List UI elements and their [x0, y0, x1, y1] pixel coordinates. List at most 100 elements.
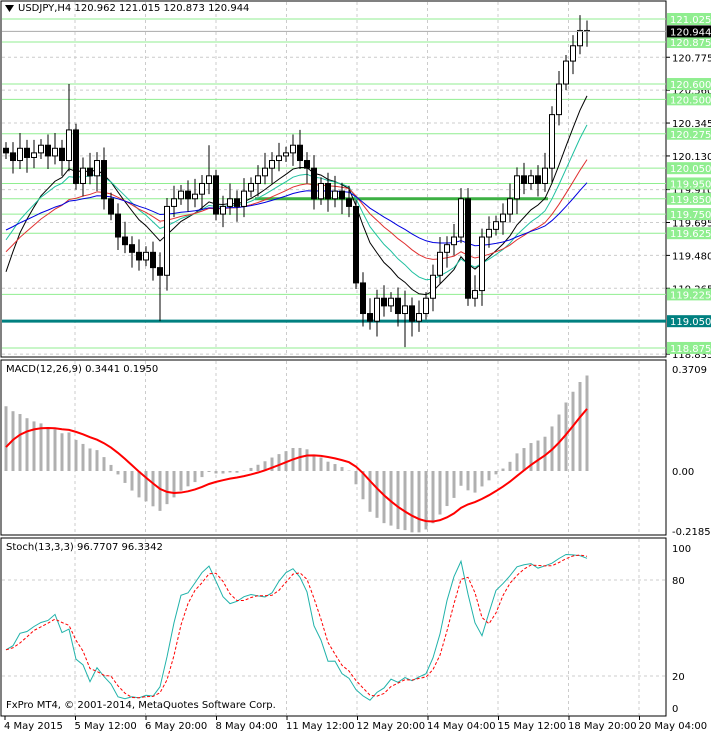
stoch-tick-label: 100 — [672, 544, 691, 555]
candle-body — [444, 244, 450, 253]
candle-body — [213, 175, 219, 215]
candle-body — [262, 167, 268, 177]
candle-body — [171, 198, 177, 207]
stoch-tick-label: 0 — [672, 704, 678, 715]
candle-body — [465, 198, 471, 299]
level-label: 119.625 — [670, 229, 711, 240]
candle-body — [353, 205, 359, 284]
candle-body — [500, 213, 506, 223]
candle-body — [73, 129, 79, 184]
price-tick-label: 119.480 — [672, 251, 711, 262]
time-label: 6 May 20:00 — [145, 721, 207, 732]
time-label: 18 May 20:00 — [568, 721, 637, 732]
candle-body — [297, 144, 303, 162]
level-label: 119.750 — [670, 210, 711, 221]
candle-body — [269, 160, 275, 169]
level-label: 119.950 — [670, 179, 711, 190]
candle-body — [486, 228, 492, 238]
time-label: 12 May 20:00 — [357, 721, 426, 732]
time-label: 11 May 12:00 — [286, 721, 355, 732]
candle-body — [556, 83, 562, 116]
candle-body — [570, 45, 576, 62]
level-label: 120.500 — [670, 95, 711, 106]
candle-body — [346, 198, 352, 207]
candle-body — [360, 282, 366, 315]
candle-body — [514, 175, 520, 200]
candle-body — [451, 236, 457, 246]
candle-body — [255, 175, 261, 184]
candle-body — [423, 297, 429, 315]
candle-body — [220, 205, 226, 215]
candle-body — [339, 190, 345, 200]
current-price-label: 120.944 — [670, 27, 711, 38]
level-label: 120.275 — [670, 130, 711, 141]
candle-body — [332, 190, 338, 200]
candle-body — [374, 297, 380, 322]
candle-body — [80, 167, 86, 184]
candle-body — [192, 193, 198, 200]
candle-body — [276, 155, 282, 162]
macd-signal-line — [5, 408, 588, 523]
stoch-panel-border — [0, 537, 667, 717]
candle-body — [52, 147, 58, 157]
candle-body — [304, 160, 310, 169]
candle-body — [402, 305, 408, 315]
main-header: USDJPY,H4 120.962 121.015 120.873 120.94… — [18, 3, 250, 14]
candle-body — [290, 144, 296, 154]
candle-body — [206, 175, 212, 184]
stoch-tick-label: 20 — [672, 672, 685, 683]
main-panel-border — [0, 0, 667, 358]
time-label: 8 May 04:00 — [216, 721, 278, 732]
candle-body — [577, 29, 583, 47]
candle-body — [241, 190, 247, 207]
candle-body — [31, 152, 37, 158]
candle-body — [45, 144, 51, 157]
candle-body — [101, 160, 107, 200]
macd-tick-label: -0.2185 — [672, 527, 711, 538]
candle-body — [108, 198, 114, 215]
candle-body — [395, 297, 401, 315]
price-tick-label: 120.775 — [672, 53, 711, 64]
macd-tick-label: 0.00 — [672, 467, 694, 478]
macd-tick-label: 0.3709 — [672, 365, 707, 376]
level-label: 120.050 — [670, 164, 711, 175]
candle-body — [325, 182, 331, 200]
price-tick-label: 120.130 — [672, 152, 711, 163]
candle-body — [234, 198, 240, 207]
candle-body — [185, 190, 191, 200]
time-label: 15 May 12:00 — [498, 721, 567, 732]
candle-body — [535, 175, 541, 184]
candle-body — [416, 313, 422, 322]
candle-body — [17, 147, 23, 162]
candle-body — [381, 297, 387, 307]
macd-header: MACD(12,26,9) 0.3441 0.1950 — [6, 364, 159, 375]
level-label: 120.875 — [670, 38, 711, 49]
candle-body — [59, 147, 65, 162]
level-label: 119.225 — [670, 290, 711, 301]
copyright-text: FxPro MT4, © 2001-2014, MetaQuotes Softw… — [6, 700, 276, 711]
stoch-k-line — [5, 553, 588, 701]
candle-body — [409, 305, 415, 322]
level-label: 121.025 — [670, 15, 711, 26]
candle-body — [10, 152, 16, 162]
candle-body — [87, 167, 93, 177]
time-label: 20 May 04:00 — [639, 721, 708, 732]
candle-body — [227, 198, 233, 207]
stoch-tick-label: 80 — [672, 576, 685, 587]
candle-body — [136, 251, 142, 261]
candle-body — [129, 244, 135, 253]
candle-body — [115, 213, 121, 238]
candle-body — [437, 251, 443, 276]
candle-body — [66, 129, 72, 162]
candle-body — [24, 147, 30, 158]
ma-red — [5, 159, 588, 260]
candle-body — [563, 60, 569, 85]
candle-body — [199, 182, 205, 195]
candle-body — [528, 175, 534, 184]
candle-body — [164, 205, 170, 276]
level-label: 119.850 — [670, 195, 711, 206]
chart-window[interactable]: 120.775 120.560 120.345 120.130 119.910 119.6… — [0, 0, 711, 733]
candle-body — [283, 152, 289, 157]
candle-body — [542, 167, 548, 184]
candle-body — [122, 236, 128, 246]
